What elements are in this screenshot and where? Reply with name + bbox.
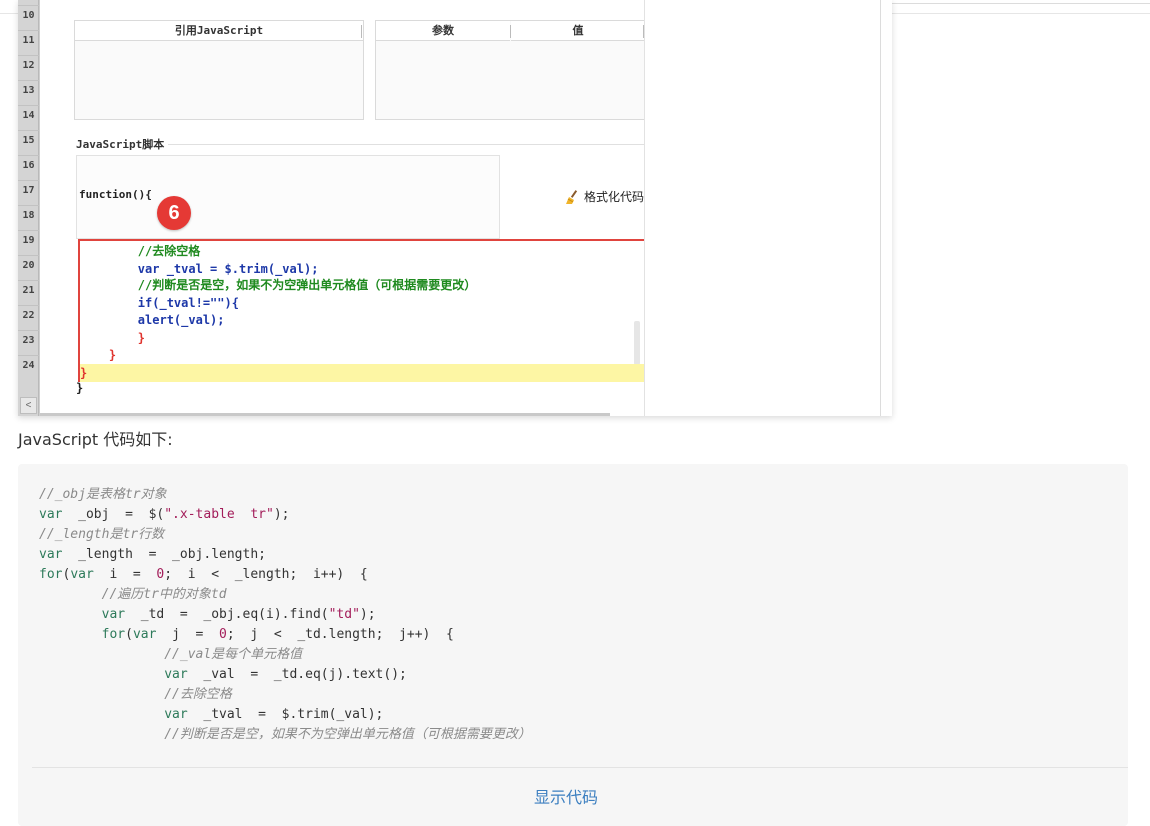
function-header: function(){ xyxy=(79,188,152,201)
code-line: //_length是tr行数 xyxy=(39,527,165,542)
line-number: 19 xyxy=(18,230,39,255)
code-line: var _obj = $(".x-table tr"); xyxy=(39,507,290,522)
horizontal-scrollbar[interactable] xyxy=(40,413,610,416)
editor-code-line: } xyxy=(80,364,644,382)
editor-code-line: if(_tval!=""){ xyxy=(80,296,239,310)
referenced-js-header: 引用JavaScript xyxy=(75,21,363,41)
code-line: //_val是每个单元格值 xyxy=(39,647,303,662)
format-code-label: 格式化代码 xyxy=(584,190,645,204)
broom-icon xyxy=(566,189,578,204)
scroll-left-arrow-icon[interactable]: < xyxy=(20,397,37,414)
editor-code-line: alert(_val); xyxy=(80,313,225,327)
editor-code-line: //判断是否是空，如果不为空弹出单元格值（可根据需要更改） xyxy=(80,278,477,292)
designer-work-area: 引用JavaScript 参数 值 JavaScript脚本 function(… xyxy=(40,0,666,416)
code-line: for(var j = 0; j < _td.length; j++) { xyxy=(101,627,454,642)
search-box-edge[interactable] xyxy=(862,0,1150,4)
show-code-link[interactable]: 显示代码 xyxy=(18,784,1114,808)
code-line: //_obj是表格tr对象 xyxy=(39,487,167,502)
editor-code-line: } xyxy=(80,348,117,362)
code-line: //遍历tr中的对象td xyxy=(39,587,227,602)
line-number: 23 xyxy=(18,330,39,355)
params-grid[interactable]: 参数 值 xyxy=(375,20,646,120)
code-line: var _td = _obj.eq(i).find("td"); xyxy=(101,607,376,622)
param-header: 参数 xyxy=(376,21,510,41)
editor-screenshot: < 10 11 12 13 14 15 16 17 18 19 20 21 22 23 24 引用JavaS… xyxy=(18,0,892,416)
line-number: 12 xyxy=(18,55,39,80)
format-code-button[interactable]: 格式化代码 xyxy=(564,188,644,205)
highlighted-code-editor[interactable]: //去除空格 var _tval = $.trim(_val); //判断是否是… xyxy=(78,239,646,382)
line-number: 20 xyxy=(18,255,39,280)
js-script-label: JavaScript脚本 xyxy=(76,136,169,152)
code-line: var _tval = $.trim(_val); xyxy=(164,707,384,722)
code-line: for(var i = 0; i < _length; i++) { xyxy=(39,567,368,582)
line-number: 24 xyxy=(18,355,39,380)
editor-code-line: } xyxy=(80,331,146,345)
code-block: 显示代码 //_obj是表格tr对象var _obj = $(".x-table… xyxy=(18,464,1128,826)
code-line: var _length = _obj.length; xyxy=(39,547,266,562)
code-line: //判断是否是空，如果不为空弹出单元格值（可根据需要更改） xyxy=(39,727,531,742)
line-number: 14 xyxy=(18,105,39,130)
line-number: 22 xyxy=(18,305,39,330)
line-number: 18 xyxy=(18,205,39,230)
code-block-divider xyxy=(32,767,1128,768)
code-caption: JavaScript 代码如下: xyxy=(18,430,173,449)
line-number: 13 xyxy=(18,80,39,105)
panel-edge xyxy=(880,0,881,416)
value-header: 值 xyxy=(511,21,645,41)
referenced-js-grid[interactable]: 引用JavaScript xyxy=(74,20,364,120)
column-separator xyxy=(361,25,362,38)
editor-code-line: //去除空格 xyxy=(80,244,201,258)
line-number: 17 xyxy=(18,180,39,205)
code-line: //去除空格 xyxy=(39,687,232,702)
function-closing-brace: } xyxy=(76,381,84,395)
properties-side-panel xyxy=(644,0,882,416)
line-number: 11 xyxy=(18,30,39,55)
code-line: var _val = _td.eq(j).text(); xyxy=(164,667,407,682)
line-number-gutter: < 10 11 12 13 14 15 16 17 18 19 20 21 22 23 24 xyxy=(18,0,39,416)
line-number: 21 xyxy=(18,280,39,305)
line-number: 15 xyxy=(18,130,39,155)
line-number: 10 xyxy=(18,5,39,30)
line-number: 16 xyxy=(18,155,39,180)
step-badge: 6 xyxy=(157,196,191,230)
